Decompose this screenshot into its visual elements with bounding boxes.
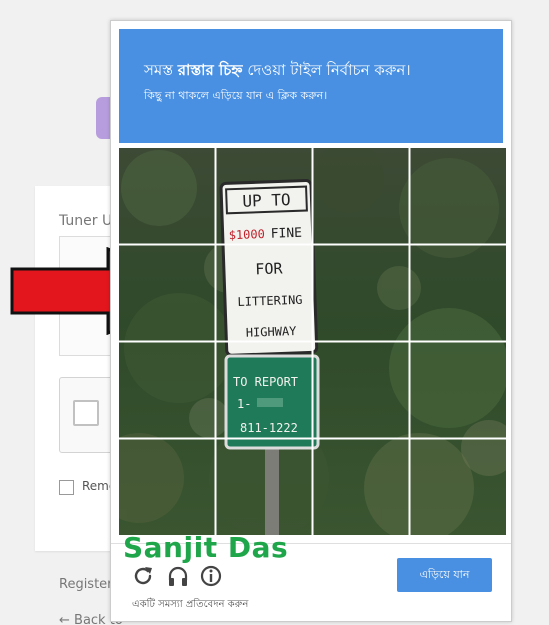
sign-top-text: UP TO <box>242 190 291 211</box>
recaptcha-checkbox[interactable] <box>73 400 99 426</box>
info-icon[interactable] <box>199 564 223 588</box>
green-sign-line-2: 1- <box>237 397 251 411</box>
remember-me-checkbox[interactable] <box>59 480 74 495</box>
reload-icon[interactable] <box>131 564 155 588</box>
challenge-target-label: রাস্তার চিহ্ন <box>177 61 243 79</box>
report-problem-link[interactable]: একটি সমস্যা প্রতিবেদন করুন <box>132 597 248 614</box>
username-label: Tuner U <box>59 213 113 229</box>
challenge-image: UP TO $1000 FINE FOR LITTERING HIGHWAY T… <box>119 148 506 535</box>
sign-line-3: HIGHWAY <box>246 324 298 340</box>
watermark-text: Sanjit Das <box>123 531 289 564</box>
challenge-header: সমস্ত রাস্তার চিহ্ন দেওয়া টাইল নির্বাচন… <box>119 29 503 143</box>
green-sign-line-1: TO REPORT <box>233 375 298 389</box>
challenge-title: সমস্ত রাস্তার চিহ্ন দেওয়া টাইল নির্বাচন… <box>144 61 411 79</box>
green-sign-line-3: 811-1222 <box>240 421 298 435</box>
headphones-icon[interactable] <box>166 564 190 588</box>
sign-line-2: LITTERING <box>237 293 302 309</box>
register-link[interactable]: Register <box>59 577 113 592</box>
skip-button[interactable]: এড়িয়ে যান <box>397 558 492 592</box>
recaptcha-challenge-popup: সমস্ত রাস্তার চিহ্ন দেওয়া টাইল নির্বাচন… <box>110 20 512 622</box>
sign-line-1: FOR <box>255 259 284 278</box>
sign-fine-amount: $1000 <box>228 227 265 242</box>
sign-fine-word: FINE <box>270 226 302 242</box>
challenge-subtitle: কিছু না থাকলে এড়িয়ে যান এ ক্লিক করুন। <box>144 89 328 102</box>
image-tile-grid[interactable]: UP TO $1000 FINE FOR LITTERING HIGHWAY T… <box>119 148 506 535</box>
